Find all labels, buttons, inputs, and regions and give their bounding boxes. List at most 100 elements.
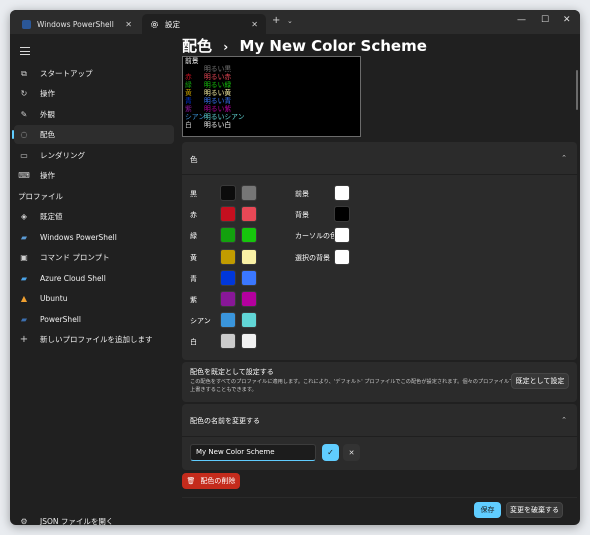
sidebar-item-label: 配色 — [40, 130, 55, 139]
confirm-rename-button[interactable]: ✓ — [322, 444, 339, 461]
color-swatch-normal[interactable] — [220, 333, 236, 350]
preview-bright-text: 明るい白 — [204, 121, 232, 130]
chevron-down-icon[interactable]: ⌄ — [287, 17, 293, 25]
color-swatch-normal[interactable] — [220, 227, 236, 244]
gear-icon — [150, 20, 159, 29]
preview-bright-text: 明るい紫 — [204, 105, 232, 114]
preview-normal-text: 前景 — [185, 57, 199, 65]
new-tab-button[interactable]: + — [272, 15, 280, 26]
hamburger-menu-icon[interactable] — [20, 47, 30, 58]
preview-bright-text: 明るい黒 — [204, 65, 232, 74]
discard-changes-button[interactable]: 変更を破棄する — [506, 502, 563, 518]
color-swatch-normal[interactable] — [220, 185, 236, 201]
close-icon[interactable]: ✕ — [125, 20, 132, 29]
rename-section: 配色の名前を変更する ⌃ My New Color Scheme ✓ ✕ — [182, 404, 577, 470]
powershell-icon: ▰ — [20, 233, 28, 242]
checkmark-icon: ✓ — [327, 448, 334, 457]
close-icon[interactable]: ✕ — [251, 20, 258, 29]
chevron-up-icon[interactable]: ⌃ — [561, 154, 567, 162]
set-default-title: 配色を既定として設定する — [190, 368, 274, 376]
window-close-button[interactable]: ✕ — [563, 15, 571, 25]
sidebar-item-label: 外観 — [40, 110, 55, 119]
sidebar-item-label: 操作 — [40, 89, 55, 98]
set-as-default-button[interactable]: 既定として設定 — [511, 373, 569, 389]
preview-row: 青 明るい青 — [185, 97, 358, 105]
cancel-rename-button[interactable]: ✕ — [343, 444, 360, 461]
preview-row: 明るい黒 — [185, 65, 358, 73]
sidebar-item-windows-powershell[interactable]: ▰ Windows PowerShell — [14, 228, 174, 247]
color-swatch-bright[interactable] — [241, 248, 257, 265]
color-swatch-normal[interactable] — [220, 291, 236, 307]
scheme-name-input[interactable]: My New Color Scheme — [190, 444, 316, 461]
chevron-up-icon[interactable]: ⌃ — [561, 416, 567, 424]
sidebar-item-ubuntu[interactable]: ▲ Ubuntu — [14, 289, 174, 308]
sidebar-item-startup[interactable]: ⧉ スタートアップ — [14, 64, 174, 83]
minimize-button[interactable]: — — [517, 15, 526, 25]
color-swatch-normal[interactable] — [220, 269, 236, 286]
sidebar-item-label: 新しいプロファイルを追加します — [40, 335, 153, 344]
preview-bright-text: 明るい緑 — [204, 81, 232, 90]
sidebar-item-powershell[interactable]: ▰ PowerShell — [14, 310, 174, 329]
set-default-description-2: 上書きすることもできます。 — [190, 387, 257, 393]
breadcrumb-separator: › — [223, 40, 229, 54]
sidebar-item-rendering[interactable]: ▭ レンダリング — [14, 146, 174, 165]
open-json-button[interactable]: ⚙ JSON ファイルを開く — [14, 512, 174, 525]
color-swatch-normal[interactable] — [220, 312, 236, 329]
defaults-icon: ◈ — [20, 212, 28, 221]
tab-settings[interactable]: 設定 ✕ — [142, 14, 266, 34]
color-label: 白 — [190, 338, 197, 347]
preview-row: 赤 明るい赤 — [185, 73, 358, 81]
scrollbar[interactable] — [576, 70, 578, 110]
system-color-swatch[interactable] — [334, 248, 350, 265]
preview-normal-text: 紫 — [185, 105, 192, 114]
color-swatch-bright[interactable] — [241, 185, 257, 201]
sidebar-item-color-schemes[interactable]: ◌ 配色 — [12, 125, 174, 144]
sidebar-item-appearance[interactable]: ✎ 外観 — [14, 105, 174, 124]
interaction-icon: ↻ — [20, 89, 28, 98]
tab-windows-powershell[interactable]: Windows PowerShell ✕ — [14, 14, 140, 34]
color-swatch-bright[interactable] — [241, 269, 257, 286]
sidebar-item-interaction[interactable]: ↻ 操作 — [14, 84, 174, 103]
color-label: 黒 — [190, 190, 197, 198]
close-icon: ✕ — [348, 448, 355, 457]
open-json-label: JSON ファイルを開く — [40, 517, 114, 525]
maximize-button[interactable]: ☐ — [541, 15, 549, 25]
color-swatch-normal[interactable] — [220, 248, 236, 265]
color-swatch-bright[interactable] — [241, 312, 257, 329]
delete-scheme-button[interactable]: 🗑 配色の削除 — [182, 473, 240, 489]
sidebar-item-add-profile[interactable]: + 新しいプロファイルを追加します — [14, 330, 174, 349]
system-color-swatch[interactable] — [334, 227, 350, 244]
system-color-swatch[interactable] — [334, 185, 350, 201]
startup-icon: ⧉ — [21, 68, 27, 78]
color-label: 緑 — [190, 232, 197, 241]
breadcrumb-root[interactable]: 配色 — [182, 37, 212, 55]
system-color-label: カーソルの色 — [295, 232, 337, 241]
sidebar-item-label: スタートアップ — [40, 69, 93, 78]
preview-normal-text: 赤 — [185, 73, 192, 82]
sidebar-item-command-prompt[interactable]: ▣ コマンド プロンプト — [14, 248, 174, 267]
color-swatch-bright[interactable] — [241, 206, 257, 223]
preview-bright-text: 明るい青 — [204, 97, 232, 106]
color-swatch-normal[interactable] — [220, 206, 236, 223]
color-label: 青 — [190, 274, 197, 283]
sidebar-item-defaults[interactable]: ◈ 既定値 — [14, 207, 174, 226]
color-swatch-bright[interactable] — [241, 227, 257, 244]
preview-row: 白 明るい白 — [185, 121, 358, 129]
color-swatch-bright[interactable] — [241, 291, 257, 307]
sidebar-item-azure-cloud-shell[interactable]: ▰ Azure Cloud Shell — [14, 269, 174, 288]
sidebar: ⧉ スタートアップ ↻ 操作 ✎ 外観 ◌ 配色 ▭ レンダリング ⌨ 操作 プ… — [10, 34, 182, 525]
sidebar-item-label: 操作 — [40, 171, 55, 180]
ubuntu-icon: ▲ — [20, 294, 28, 303]
set-default-section: 配色を既定として設定する この配色をすべてのプロファイルに適用します。これにより… — [182, 362, 577, 402]
sidebar-item-actions[interactable]: ⌨ 操作 — [14, 166, 174, 185]
actions-icon: ⌨ — [18, 171, 30, 180]
title-bar: Windows PowerShell ✕ 設定 ✕ + ⌄ — ☐ ✕ — [10, 10, 580, 34]
system-color-swatch[interactable] — [334, 206, 350, 223]
save-button[interactable]: 保存 — [474, 502, 501, 518]
color-swatch-bright[interactable] — [241, 333, 257, 350]
preview-row: 緑 明るい緑 — [185, 81, 358, 89]
colors-section-title: 色 — [190, 155, 198, 164]
preview-row: 紫 明るい紫 — [185, 105, 358, 113]
scheme-name-value: My New Color Scheme — [196, 448, 275, 456]
preview-normal-text: 緑 — [185, 81, 192, 90]
